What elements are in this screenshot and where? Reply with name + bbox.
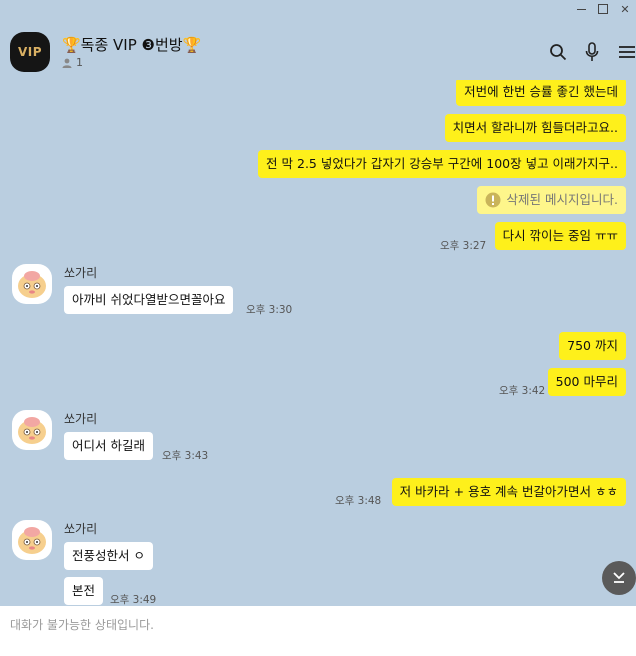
message-time: 오후 3:49 — [110, 594, 157, 606]
member-count[interactable]: 1 — [62, 56, 83, 69]
sender-name: 쏘가리 — [64, 412, 98, 426]
double-chevron-down-icon — [613, 572, 625, 583]
message-time: 오후 3:27 — [440, 240, 487, 252]
avatar[interactable] — [12, 264, 52, 304]
my-message[interactable]: 750 까지 — [559, 332, 626, 360]
message-time: 오후 3:42 — [499, 385, 546, 397]
message-time: 오후 3:48 — [335, 495, 382, 507]
chat-messages[interactable]: 저번에 한번 승률 좋긴 했는데 치면서 할라니까 힘들더라고요.. 전 막 2… — [0, 80, 636, 606]
room-avatar[interactable]: VIP — [10, 32, 50, 72]
room-avatar-text: VIP — [17, 45, 43, 59]
their-message[interactable]: 본전 — [64, 577, 104, 605]
scroll-to-bottom-button[interactable] — [602, 561, 636, 595]
avatar[interactable] — [12, 520, 52, 560]
my-message[interactable]: 다시 깎이는 중임 ㅠㅠ — [494, 222, 626, 250]
character-avatar-icon — [18, 271, 46, 298]
avatar[interactable] — [12, 410, 52, 450]
their-message[interactable]: 아까비 쉬었다열받으면꼴아요 — [64, 286, 234, 314]
character-avatar-icon — [18, 527, 46, 554]
message-time: 오후 3:43 — [162, 450, 209, 462]
character-avatar-icon — [18, 417, 46, 444]
header-actions — [548, 42, 636, 62]
message-time: 오후 3:30 — [246, 304, 293, 316]
member-count-value: 1 — [76, 56, 83, 69]
deleted-message-text: 삭제된 메시지입니다. — [506, 192, 618, 207]
their-message[interactable]: 전풍성한서 ㅇ — [64, 542, 153, 570]
my-message[interactable]: 저번에 한번 승률 좋긴 했는데 — [456, 80, 626, 106]
my-message[interactable]: 저 바카라 + 용호 계속 번갈아가면서 ㅎㅎ — [391, 478, 626, 506]
room-title: 🏆독종 VIP ❸번방🏆 — [62, 36, 202, 54]
warning-icon — [485, 192, 501, 208]
input-disabled-area: 대화가 불가능한 상태입니다. — [0, 606, 636, 656]
menu-icon[interactable] — [616, 42, 636, 62]
person-icon — [62, 58, 72, 68]
sender-name: 쏘가리 — [64, 266, 98, 280]
deleted-message[interactable]: 삭제된 메시지입니다. — [476, 186, 626, 214]
chat-header: VIP 🏆독종 VIP ❸번방🏆 1 — [0, 0, 636, 80]
input-status-text: 대화가 불가능한 상태입니다. — [10, 618, 154, 632]
mic-icon[interactable] — [582, 42, 602, 62]
my-message[interactable]: 500 마무리 — [547, 368, 626, 396]
search-icon[interactable] — [548, 42, 568, 62]
my-message[interactable]: 전 막 2.5 넣었다가 갑자기 강승부 구간에 100장 넣고 이래가지구.. — [258, 150, 626, 178]
my-message[interactable]: 치면서 할라니까 힘들더라고요.. — [444, 114, 626, 142]
their-message[interactable]: 어디서 하길래 — [64, 432, 153, 460]
sender-name: 쏘가리 — [64, 522, 98, 536]
